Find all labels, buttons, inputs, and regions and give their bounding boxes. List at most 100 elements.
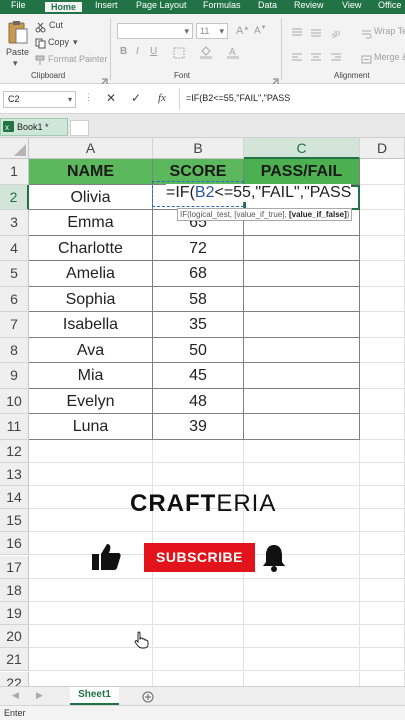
cell-d8[interactable] — [360, 337, 405, 363]
cell-d12[interactable] — [360, 439, 405, 463]
row-header-19[interactable]: 19 — [0, 601, 29, 626]
row-header-6[interactable]: 6 — [0, 286, 29, 312]
in-cell-editor[interactable]: =IF(B2<=55,"FAIL","PASS — [166, 184, 352, 202]
cell-d5[interactable] — [360, 261, 405, 287]
cell-d9[interactable] — [360, 363, 405, 389]
increase-font-icon[interactable]: A▲ — [236, 25, 249, 37]
formula-input[interactable]: =IF(B2<=55,"FAIL","PASS — [186, 93, 290, 103]
cell-c6[interactable] — [244, 286, 360, 312]
tab-home[interactable]: Home — [43, 0, 85, 14]
select-all-corner[interactable] — [0, 138, 29, 159]
cell-d20[interactable] — [360, 625, 405, 649]
cell-b6[interactable]: 58 — [153, 286, 244, 312]
cell-d10[interactable] — [360, 388, 405, 414]
tab-page-layout[interactable]: Page Layout — [136, 0, 187, 14]
cell-d2[interactable] — [360, 184, 405, 210]
cell-c1[interactable]: PASS/FAIL — [244, 159, 360, 185]
row-header-3[interactable]: 3 — [0, 210, 29, 236]
cell-d11[interactable] — [360, 414, 405, 440]
cell-b13[interactable] — [153, 462, 244, 486]
cell-a13[interactable] — [29, 462, 153, 486]
cell-a8[interactable]: Ava — [29, 337, 153, 363]
row-header-20[interactable]: 20 — [0, 625, 29, 649]
cell-c18[interactable] — [244, 578, 360, 602]
cell-b19[interactable] — [153, 601, 244, 626]
cell-b10[interactable]: 48 — [153, 388, 244, 414]
fill-color-icon[interactable] — [199, 45, 213, 64]
font-color-icon[interactable]: A — [226, 45, 240, 64]
row-header-17[interactable]: 17 — [0, 555, 29, 579]
cell-b11[interactable]: 39 — [153, 414, 244, 440]
cell-b5[interactable]: 68 — [153, 261, 244, 287]
cell-d3[interactable] — [360, 210, 405, 236]
row-header-8[interactable]: 8 — [0, 337, 29, 363]
font-name-combo[interactable]: ▾ — [117, 23, 193, 39]
cell-b18[interactable] — [153, 578, 244, 602]
row-header-1[interactable]: 1 — [0, 159, 29, 185]
cell-c12[interactable] — [244, 439, 360, 463]
cell-b4[interactable]: 72 — [153, 235, 244, 261]
sheet-tab-sheet1[interactable]: Sheet1 — [70, 687, 119, 705]
cell-d18[interactable] — [360, 578, 405, 602]
cell-d1[interactable] — [360, 159, 405, 185]
cell-a9[interactable]: Mia — [29, 363, 153, 389]
cell-d21[interactable] — [360, 648, 405, 672]
row-header-9[interactable]: 9 — [0, 363, 29, 389]
cell-b12[interactable] — [153, 439, 244, 463]
insert-function-icon[interactable]: fx — [158, 92, 166, 104]
column-header-d[interactable]: D — [360, 138, 405, 159]
paste-dropdown-icon[interactable]: ▾ — [13, 58, 18, 69]
cell-d13[interactable] — [360, 462, 405, 486]
cell-d19[interactable] — [360, 601, 405, 626]
cell-b20[interactable] — [153, 625, 244, 649]
row-header-11[interactable]: 11 — [0, 414, 29, 440]
cell-c21[interactable] — [244, 648, 360, 672]
cell-c8[interactable] — [244, 337, 360, 363]
font-size-combo[interactable]: 11 ▾ — [196, 23, 228, 39]
name-box-dropdown-icon[interactable]: ▾ — [68, 92, 72, 107]
cell-a10[interactable]: Evelyn — [29, 388, 153, 414]
cell-b8[interactable]: 50 — [153, 337, 244, 363]
row-header-18[interactable]: 18 — [0, 578, 29, 602]
row-header-2[interactable]: 2 — [0, 184, 29, 210]
new-workbook-tab[interactable] — [70, 120, 89, 136]
cell-d4[interactable] — [360, 235, 405, 261]
column-header-c[interactable]: C — [244, 138, 360, 159]
copy-dropdown-icon[interactable]: ▾ — [73, 37, 78, 48]
underline-icon[interactable]: U — [150, 46, 157, 57]
row-header-21[interactable]: 21 — [0, 648, 29, 672]
cell-d17[interactable] — [360, 555, 405, 579]
cell-d6[interactable] — [360, 286, 405, 312]
cell-c19[interactable] — [244, 601, 360, 626]
cell-a7[interactable]: Isabella — [29, 312, 153, 338]
cell-a12[interactable] — [29, 439, 153, 463]
decrease-font-icon[interactable]: A▼ — [254, 25, 267, 36]
cell-c13[interactable] — [244, 462, 360, 486]
cell-a19[interactable] — [29, 601, 153, 626]
orientation-icon[interactable]: ab — [330, 25, 344, 43]
align-right-icon[interactable] — [330, 50, 342, 68]
format-painter-button[interactable]: Format Painter — [48, 54, 108, 64]
enter-icon[interactable]: ✓ — [131, 91, 141, 105]
row-header-4[interactable]: 4 — [0, 235, 29, 261]
cell-c10[interactable] — [244, 388, 360, 414]
row-header-5[interactable]: 5 — [0, 261, 29, 287]
row-header-16[interactable]: 16 — [0, 532, 29, 556]
cell-d14[interactable] — [360, 485, 405, 510]
cell-a11[interactable]: Luna — [29, 414, 153, 440]
workbook-tab-book1[interactable]: x Book1 * — [0, 118, 68, 136]
cell-c9[interactable] — [244, 363, 360, 389]
cell-a3[interactable]: Emma — [29, 210, 153, 236]
cell-d16[interactable] — [360, 532, 405, 556]
merge-center-button[interactable]: Merge & — [374, 52, 405, 62]
cell-d7[interactable] — [360, 312, 405, 338]
scroll-left-icon[interactable]: ◀ — [12, 690, 19, 701]
cut-button[interactable]: Cut — [49, 20, 63, 30]
wrap-text-button[interactable]: Wrap Te — [374, 26, 405, 36]
row-header-7[interactable]: 7 — [0, 312, 29, 338]
cell-a2[interactable]: Olivia — [29, 184, 153, 210]
column-header-b[interactable]: B — [153, 138, 244, 159]
bold-icon[interactable]: B — [120, 46, 127, 57]
italic-icon[interactable]: I — [136, 46, 139, 57]
tab-office[interactable]: Office — [378, 0, 401, 14]
